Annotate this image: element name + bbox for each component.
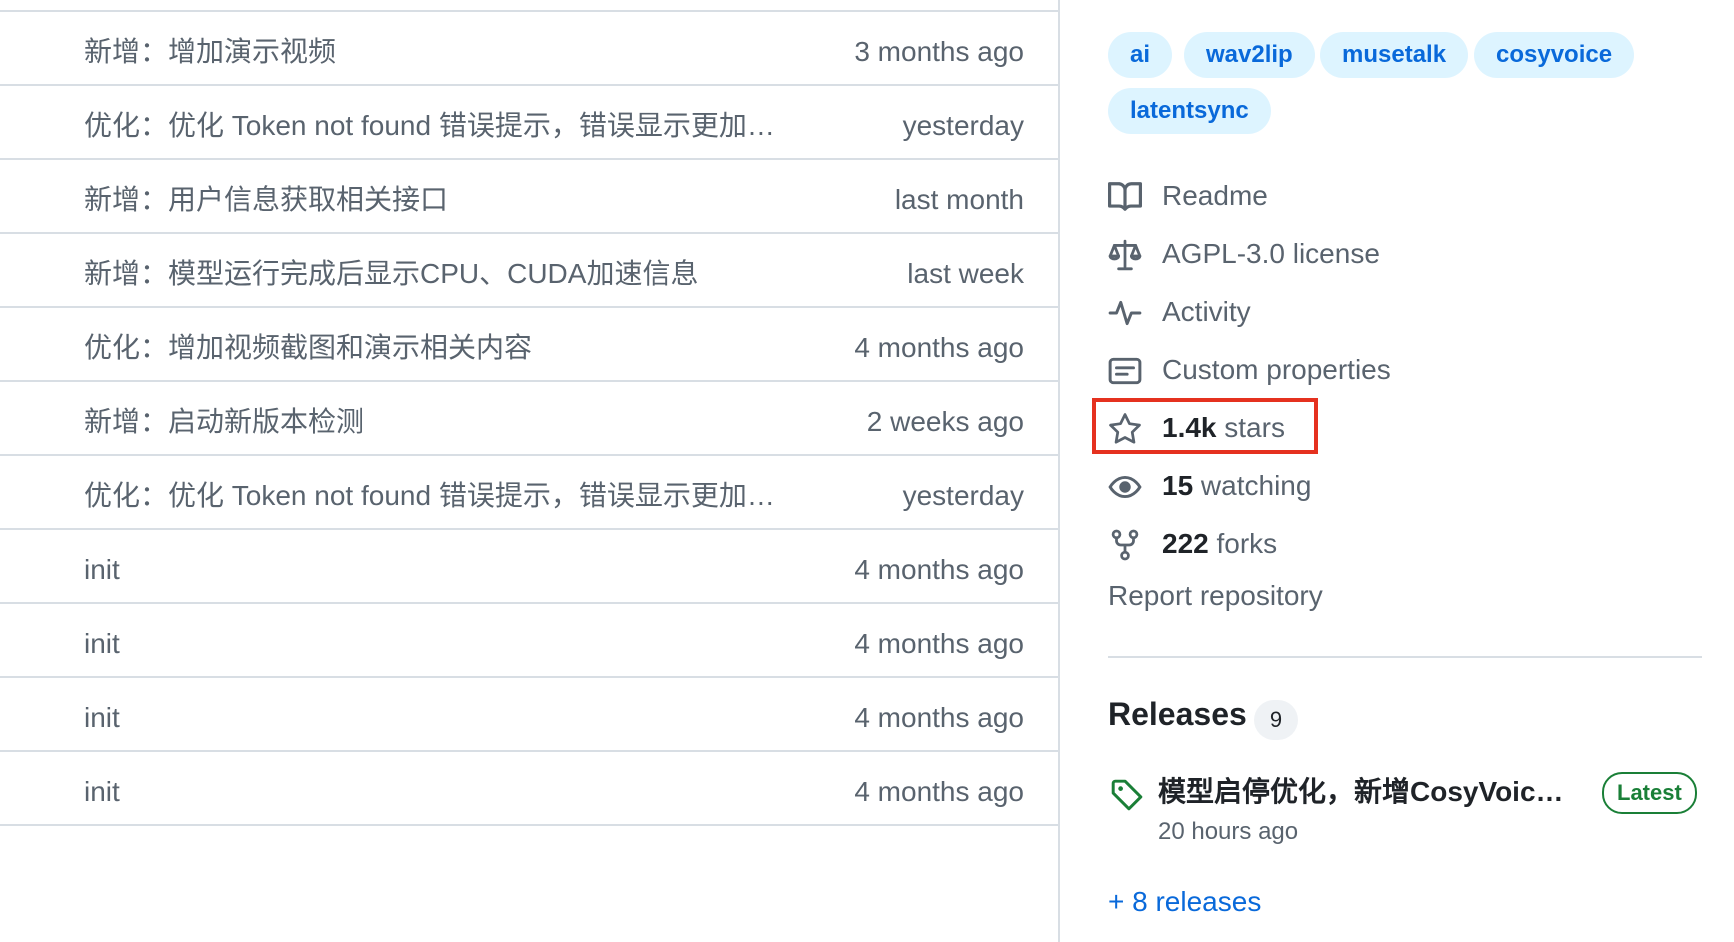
commit-time: 4 months ago: [854, 332, 1024, 363]
watching-text: watching: [1193, 470, 1312, 501]
note-icon: [1108, 354, 1142, 388]
readme-label: Readme: [1162, 180, 1268, 211]
commit-message[interactable]: 新增：模型运行完成后显示CPU、CUDA加速信息: [84, 234, 698, 314]
commit-time: 3 months ago: [854, 36, 1024, 67]
sidebar-divider: [1108, 656, 1702, 658]
commit-time: 4 months ago: [854, 628, 1024, 659]
activity-label: Activity: [1162, 296, 1251, 327]
topic-tag[interactable]: wav2lip: [1184, 32, 1315, 78]
report-repository-link[interactable]: Report repository: [1108, 580, 1323, 612]
commit-row: init 4 months ago: [0, 602, 1058, 684]
commit-row: 新增：启动新版本检测 2 weeks ago: [0, 380, 1058, 462]
stars-label: 1.4k stars: [1162, 404, 1285, 452]
commit-time: 2 weeks ago: [866, 406, 1024, 437]
release-time: 20 hours ago: [1158, 818, 1299, 845]
more-releases-link[interactable]: + 8 releases: [1108, 886, 1261, 918]
commit-message[interactable]: 优化：优化 Token not found 错误提示，错误显示更加…: [84, 456, 775, 536]
commit-row: 新增：模型运行完成后显示CPU、CUDA加速信息 last week: [0, 232, 1058, 314]
commit-row: 新增：用户信息获取相关接口 last month: [0, 158, 1058, 240]
commit-message[interactable]: init: [84, 604, 120, 684]
latest-badge: Latest: [1602, 772, 1697, 814]
commit-message[interactable]: 新增：用户信息获取相关接口: [84, 160, 448, 240]
releases-count-badge: 9: [1254, 700, 1298, 740]
commit-time: last week: [907, 258, 1024, 289]
about-sidebar: ai wav2lip musetalk cosyvoice latentsync…: [1092, 0, 1708, 942]
releases-heading[interactable]: Releases: [1108, 696, 1247, 733]
commit-time: last month: [894, 184, 1024, 215]
latest-release-link[interactable]: 模型启停优化，新增CosyVoice…: [1158, 770, 1578, 810]
commit-time: 4 months ago: [854, 776, 1024, 807]
commit-message[interactable]: 优化：增加视频截图和演示相关内容: [84, 308, 532, 388]
commit-time: yesterday: [902, 480, 1024, 511]
commit-row: init 4 months ago: [0, 528, 1058, 610]
stars-text: stars: [1216, 412, 1285, 443]
commit-message[interactable]: init: [84, 678, 120, 758]
column-divider: [1058, 0, 1060, 942]
custom-properties-label: Custom properties: [1162, 354, 1391, 385]
forks-text: forks: [1208, 528, 1278, 559]
license-label: AGPL-3.0 license: [1162, 238, 1380, 269]
star-icon: [1108, 412, 1142, 446]
topic-tag[interactable]: ai: [1108, 32, 1173, 78]
commit-row: 优化：优化 Token not found 错误提示，错误显示更加… yeste…: [0, 84, 1058, 166]
watching-label: 15 watching: [1162, 462, 1311, 510]
commit-list-bottom-border: [0, 824, 1058, 826]
topic-tag[interactable]: musetalk: [1320, 32, 1469, 78]
commit-row: init 4 months ago: [0, 750, 1058, 832]
pulse-icon: [1108, 296, 1142, 330]
forks-count: 222: [1162, 528, 1209, 559]
commit-time: 4 months ago: [854, 702, 1024, 733]
commit-message[interactable]: init: [84, 530, 120, 610]
commit-row: 优化：优化 Token not found 错误提示，错误显示更加… yeste…: [0, 454, 1058, 536]
repo-forked-icon: [1108, 528, 1142, 562]
commit-message[interactable]: 新增：启动新版本检测: [84, 382, 364, 462]
tag-icon: [1110, 778, 1144, 812]
commit-row: 新增：增加演示视频 3 months ago: [0, 10, 1058, 92]
forks-label: 222 forks: [1162, 520, 1277, 568]
commit-row: init 4 months ago: [0, 676, 1058, 758]
commit-time: yesterday: [902, 110, 1024, 141]
topic-tag[interactable]: latentsync: [1108, 88, 1271, 134]
commit-row: 优化：增加视频截图和演示相关内容 4 months ago: [0, 306, 1058, 388]
topic-tag[interactable]: cosyvoice: [1474, 32, 1635, 78]
commit-message[interactable]: 新增：增加演示视频: [84, 12, 336, 92]
eye-icon: [1108, 470, 1142, 504]
book-icon: [1108, 180, 1142, 214]
commit-message[interactable]: init: [84, 752, 120, 832]
commit-time: 4 months ago: [854, 554, 1024, 585]
watching-count: 15: [1162, 470, 1194, 501]
law-scale-icon: [1108, 238, 1142, 272]
commit-list: 新增：增加演示视频 3 months ago 优化：优化 Token not f…: [0, 0, 1058, 942]
commit-message[interactable]: 优化：优化 Token not found 错误提示，错误显示更加…: [84, 86, 775, 166]
stars-count: 1.4k: [1162, 412, 1217, 443]
